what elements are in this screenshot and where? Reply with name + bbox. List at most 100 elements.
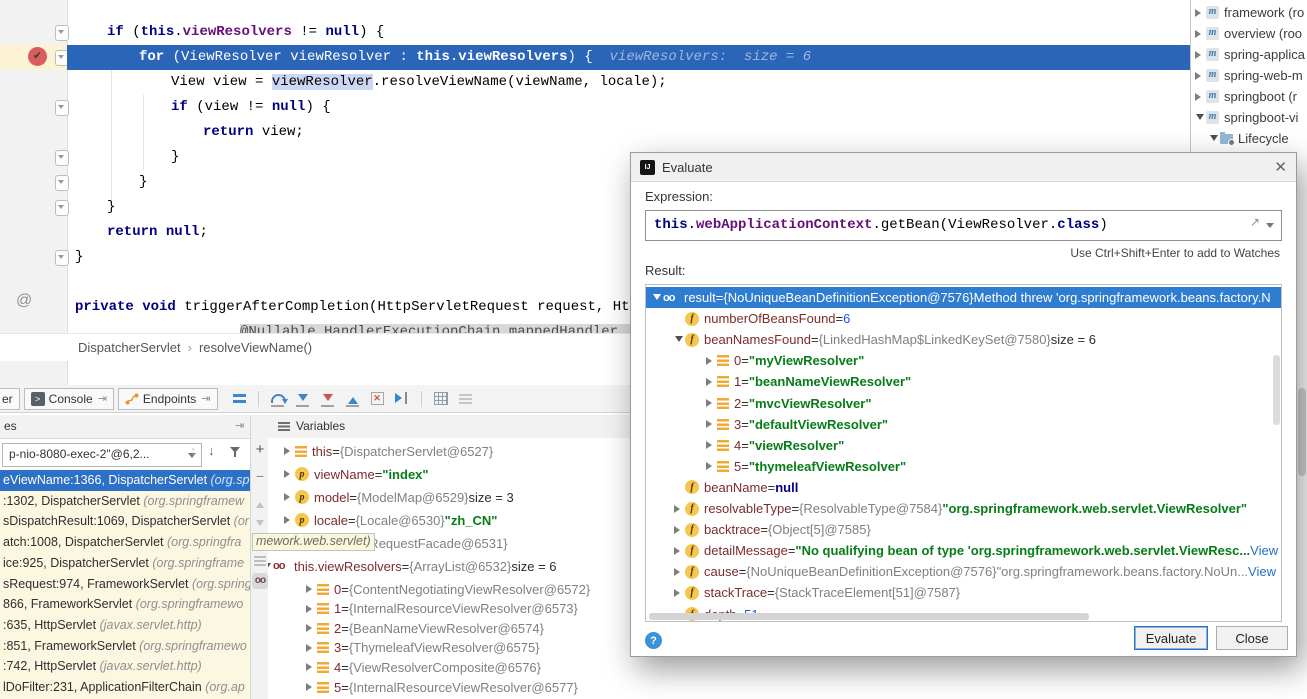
chevron-right-icon[interactable]	[704, 357, 717, 365]
close-button[interactable]: Close	[1216, 626, 1288, 650]
code-line[interactable]: View view = viewResolver.resolveViewName…	[67, 70, 1190, 95]
tab-console[interactable]: > Console ⇥	[24, 388, 114, 410]
maven-item[interactable]: Lifecycle	[1191, 128, 1307, 149]
frame-row[interactable]: eViewName:1366, DispatcherServlet (org.s…	[0, 470, 250, 491]
step-over-icon[interactable]	[268, 389, 287, 408]
chevron-right-icon[interactable]	[1193, 93, 1206, 101]
code-line[interactable]: if (view != null) {	[67, 95, 1190, 120]
frame-row[interactable]: 866, FrameworkServlet (org.springframewo	[0, 594, 250, 615]
result-row[interactable]: 2 = "mvcViewResolver"	[646, 393, 1282, 414]
dialog-titlebar[interactable]: IJ Evaluate ✕	[631, 153, 1296, 182]
chevron-right-icon[interactable]	[282, 516, 295, 524]
run-to-cursor-icon[interactable]	[393, 389, 412, 408]
maven-item[interactable]: mspringboot (r	[1191, 86, 1307, 107]
maven-scrollbar[interactable]	[1298, 388, 1306, 476]
variable-row[interactable]: 4 = {ViewResolverComposite@6576}	[268, 657, 1190, 677]
code-line[interactable]: return view;	[67, 120, 1190, 145]
chevron-down-icon[interactable]	[650, 291, 663, 304]
chevron-right-icon[interactable]	[282, 493, 295, 501]
result-row[interactable]: 5 = "thymeleafViewResolver"	[646, 456, 1282, 477]
frame-row[interactable]: :742, HttpServlet (javax.servlet.http)	[0, 656, 250, 677]
frame-row[interactable]: :851, FrameworkServlet (org.springframew…	[0, 636, 250, 657]
remove-watch-button[interactable]: −	[251, 468, 269, 484]
chevron-right-icon[interactable]	[704, 441, 717, 449]
frames-pin-icon[interactable]: ⇥	[235, 419, 244, 432]
expression-input[interactable]: this.webApplicationContext.getBean(ViewR…	[645, 210, 1282, 241]
result-vscrollbar[interactable]	[1273, 355, 1280, 425]
chevron-down-icon[interactable]	[1193, 111, 1206, 124]
result-row[interactable]: fbacktrace = {Object[5]@7585}	[646, 519, 1282, 540]
chevron-right-icon[interactable]	[304, 624, 317, 632]
chevron-right-icon[interactable]	[704, 399, 717, 407]
evaluate-button[interactable]: Evaluate	[1134, 626, 1208, 650]
chevron-right-icon[interactable]	[704, 420, 717, 428]
show-watches-button[interactable]: oo	[252, 573, 268, 589]
result-row[interactable]: 3 = "defaultViewResolver"	[646, 414, 1282, 435]
chevron-right-icon[interactable]	[672, 589, 685, 597]
evaluate-expression-icon[interactable]	[431, 389, 450, 408]
chevron-right-icon[interactable]	[1193, 30, 1206, 38]
frame-row[interactable]: :1302, DispatcherServlet (org.springfram…	[0, 491, 250, 512]
result-row[interactable]: fresolvableType = {ResolvableType@7584} …	[646, 498, 1282, 519]
breakpoint-icon[interactable]: ✔	[28, 47, 47, 66]
chevron-right-icon[interactable]	[304, 644, 317, 652]
chevron-right-icon[interactable]	[282, 447, 295, 455]
chevron-right-icon[interactable]	[1193, 72, 1206, 80]
chevron-down-icon[interactable]	[1207, 132, 1220, 145]
result-row[interactable]: fnumberOfBeansFound = 6	[646, 308, 1282, 329]
chevron-right-icon[interactable]	[704, 462, 717, 470]
frame-row[interactable]: atch:1008, DispatcherServlet (org.spring…	[0, 532, 250, 553]
variable-row[interactable]: 5 = {InternalResourceViewResolver@6577}	[268, 677, 1190, 697]
close-icon[interactable]: ✕	[1274, 158, 1287, 176]
chevron-right-icon[interactable]	[704, 378, 717, 386]
result-row[interactable]: 0 = "myViewResolver"	[646, 350, 1282, 371]
result-hscrollbar[interactable]	[649, 613, 1089, 620]
chevron-right-icon[interactable]	[1193, 9, 1206, 17]
evaluate-dialog[interactable]: IJ Evaluate ✕ Expression: this.webApplic…	[630, 152, 1297, 657]
result-row[interactable]: fbeanNamesFound = {LinkedHashMap$LinkedK…	[646, 329, 1282, 350]
step-into-icon[interactable]	[293, 389, 312, 408]
frame-row[interactable]: ice:925, DispatcherServlet (org.springfr…	[0, 553, 250, 574]
drop-frame-icon[interactable]: ✕	[368, 389, 387, 408]
frame-row[interactable]: lDoFilter:231, ApplicationFilterChain (o…	[0, 677, 250, 698]
chevron-right-icon[interactable]	[304, 663, 317, 671]
force-step-into-icon[interactable]	[318, 389, 337, 408]
chevron-right-icon[interactable]	[304, 585, 317, 593]
tab-endpoints[interactable]: Endpoints ⇥	[118, 388, 218, 410]
breadcrumb-method[interactable]: resolveViewName()	[199, 340, 312, 355]
frame-row[interactable]: :635, HttpServlet (javax.servlet.http)	[0, 615, 250, 636]
chevron-right-icon[interactable]	[304, 683, 317, 691]
result-row[interactable]: 4 = "viewResolver"	[646, 435, 1282, 456]
code-line[interactable]: if (this.viewResolvers != null) {	[67, 20, 1190, 45]
chevron-right-icon[interactable]	[672, 505, 685, 513]
result-row[interactable]: fdetailMessage = "No qualifying bean of …	[646, 540, 1282, 561]
chevron-right-icon[interactable]	[304, 605, 317, 613]
maven-item[interactable]: mspringboot-vi	[1191, 107, 1307, 128]
frame-down-icon[interactable]: ↓	[208, 443, 215, 458]
editor-scrollbar-mark[interactable]	[1180, 46, 1186, 68]
maven-item[interactable]: mspring-applica	[1191, 44, 1307, 65]
chevron-right-icon[interactable]	[672, 568, 685, 576]
frame-row[interactable]: sRequest:974, FrameworkServlet (org.spri…	[0, 574, 250, 595]
variables-menu-icon[interactable]	[278, 422, 290, 431]
result-row[interactable]: fbeanName = null	[646, 477, 1282, 498]
chevron-right-icon[interactable]	[1193, 51, 1206, 59]
maven-item[interactable]: mframework (ro	[1191, 2, 1307, 23]
filter-frames-icon[interactable]	[230, 447, 242, 459]
breadcrumb-class[interactable]: DispatcherServlet	[78, 340, 181, 355]
code-line[interactable]: for (ViewResolver viewResolver : this.vi…	[67, 45, 1190, 70]
chevron-right-icon[interactable]	[282, 470, 295, 478]
frame-row[interactable]: sDispatchResult:1069, DispatcherServlet …	[0, 511, 250, 532]
result-row[interactable]: 1 = "beanNameViewResolver"	[646, 371, 1282, 392]
expression-history-chevron-icon[interactable]	[1266, 223, 1274, 232]
result-row[interactable]: ooresult = {NoUniqueBeanDefinitionExcept…	[646, 287, 1282, 308]
expand-expression-icon[interactable]: ↗	[1250, 215, 1260, 229]
step-out-icon[interactable]	[343, 389, 362, 408]
editor-gutter[interactable]: ✔ @	[0, 0, 68, 385]
maven-item[interactable]: moverview (roo	[1191, 23, 1307, 44]
help-icon[interactable]: ?	[645, 632, 662, 649]
result-row[interactable]: fstackTrace = {StackTraceElement[51]@758…	[646, 582, 1282, 603]
layout-settings-icon[interactable]	[230, 389, 249, 408]
thread-selector[interactable]: p-nio-8080-exec-2"@6,2...	[2, 443, 202, 467]
chevron-down-icon[interactable]	[672, 333, 685, 346]
